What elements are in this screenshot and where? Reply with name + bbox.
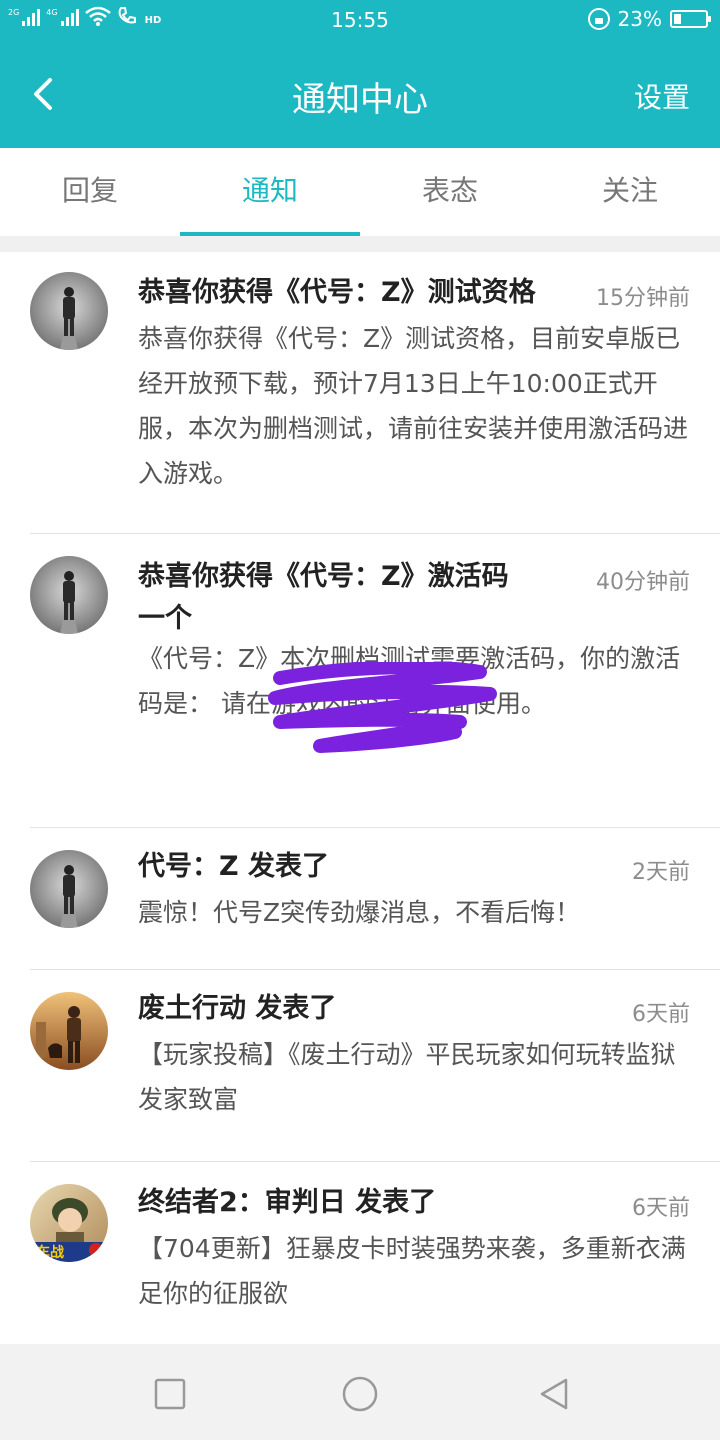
- terminator-avatar-icon: 车战: [30, 1184, 108, 1262]
- tab-bar: 回复 通知 表态 关注: [0, 148, 720, 236]
- notification-time: 6天前: [632, 1196, 690, 1221]
- notification-time: 15分钟前: [596, 286, 690, 311]
- notification-list: 恭喜你获得《代号：Z》测试资格 15分钟前 恭喜你获得《代号：Z》测试资格，目前…: [0, 252, 720, 1344]
- battery-percent: 23%: [617, 7, 662, 31]
- tab-notifications[interactable]: 通知: [180, 148, 360, 236]
- battery-icon: [670, 10, 711, 28]
- list-item[interactable]: 代号：Z 发表了 2天前 震惊！代号Z突传劲爆消息，不看后悔！: [0, 828, 720, 970]
- notification-title: 恭喜你获得《代号：Z》激活码一个: [138, 561, 509, 634]
- tab-replies[interactable]: 回复: [0, 148, 180, 236]
- tab-reactions[interactable]: 表态: [360, 148, 540, 236]
- tab-follows[interactable]: 关注: [540, 148, 720, 236]
- wasteland-avatar-icon: [30, 992, 108, 1070]
- notification-body: 【704更新】狂暴皮卡时装强势来袭，多重新衣满足你的征服欲: [138, 1234, 686, 1308]
- notification-body: 【玩家投稿】《废土行动》平民玩家如何玩转监狱 发家致富: [138, 1040, 676, 1114]
- square-icon: [154, 1378, 186, 1410]
- notification-title: 代号：Z 发表了: [138, 851, 329, 882]
- list-item[interactable]: 恭喜你获得《代号：Z》测试资格 15分钟前 恭喜你获得《代号：Z》测试资格，目前…: [0, 252, 720, 534]
- system-nav-bar: [0, 1344, 720, 1440]
- circle-icon: [342, 1376, 378, 1412]
- redaction-scribble: [268, 662, 497, 753]
- notification-title: 废土行动 发表了: [138, 993, 337, 1024]
- triangle-back-icon: [540, 1378, 568, 1410]
- recent-apps-button[interactable]: [150, 1374, 190, 1414]
- home-button[interactable]: [340, 1374, 380, 1414]
- notification-time: 6天前: [632, 1002, 690, 1027]
- survivor-avatar-icon: [30, 850, 108, 928]
- rotation-lock-icon: [587, 8, 610, 30]
- back-nav-button[interactable]: [534, 1374, 574, 1414]
- notification-title: 恭喜你获得《代号：Z》测试资格: [138, 277, 536, 308]
- section-gap: [0, 236, 720, 252]
- notification-body: 恭喜你获得《代号：Z》测试资格，目前安卓版已经开放预下载，预计7月13日上午10…: [138, 324, 689, 488]
- notification-time: 40分钟前: [596, 570, 690, 595]
- notification-time: 2天前: [632, 860, 690, 885]
- app-header: 通知中心 设置: [0, 38, 720, 148]
- notification-body: 震惊！代号Z突传劲爆消息，不看后悔！: [138, 898, 581, 927]
- status-bar: 2G 4G HD 15:55 23%: [0, 0, 720, 38]
- list-item[interactable]: 车战 终结者2：审判日 发表了 6天前 【704更新】狂暴皮卡时装强势来袭，多重…: [0, 1162, 720, 1344]
- notification-title: 终结者2：审判日 发表了: [138, 1187, 437, 1218]
- settings-button[interactable]: 设置: [634, 76, 690, 116]
- survivor-avatar-icon: [30, 556, 108, 634]
- list-item[interactable]: 恭喜你获得《代号：Z》激活码一个 40分钟前 《代号：Z》本次删档测试需要激活码…: [0, 534, 720, 828]
- survivor-avatar-icon: [30, 272, 108, 350]
- list-item[interactable]: 废土行动 发表了 6天前 【玩家投稿】《废土行动》平民玩家如何玩转监狱 发家致富: [0, 970, 720, 1162]
- avatar-label: 车战: [36, 1245, 64, 1261]
- battery-fill: [674, 14, 681, 24]
- page-title: 通知中心: [292, 80, 428, 120]
